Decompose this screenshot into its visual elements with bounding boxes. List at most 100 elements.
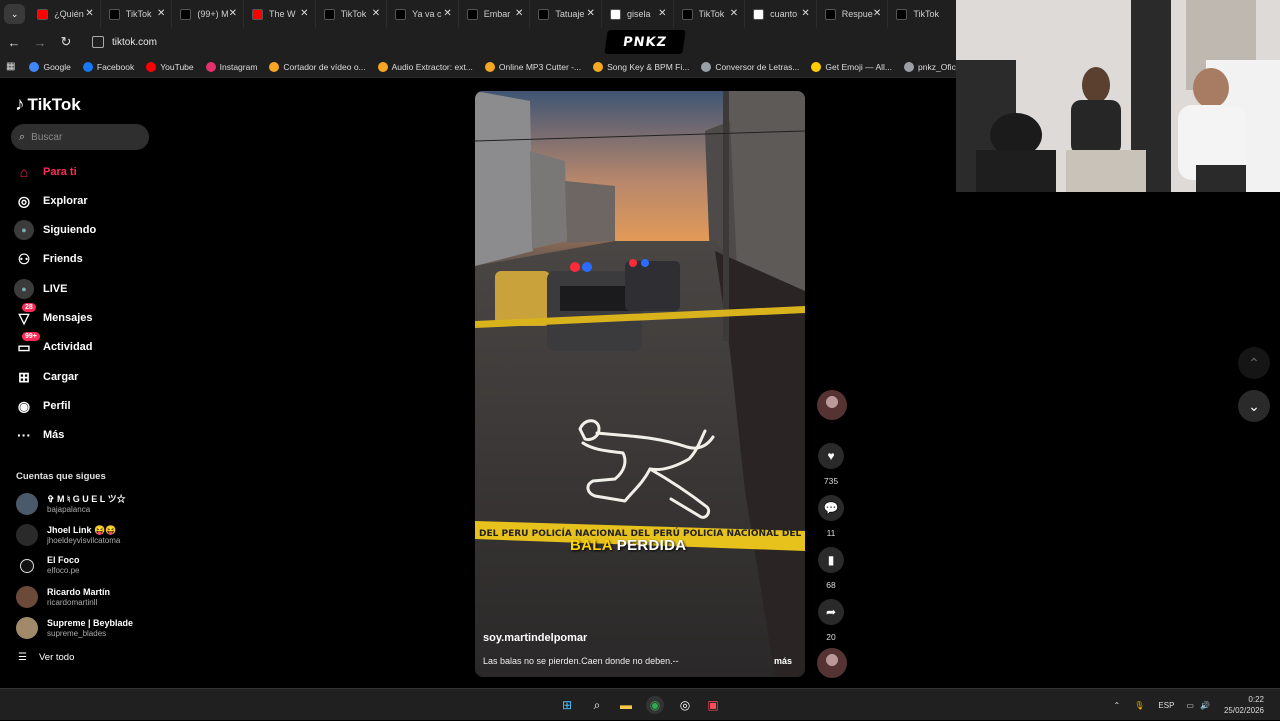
sidebar-item-cargar[interactable]: ⊞ Cargar: [14, 367, 78, 387]
close-tab-icon[interactable]: ✕: [443, 8, 451, 19]
chrome-taskbar-button[interactable]: ◉: [646, 696, 664, 714]
bookmark-favicon-icon: [269, 61, 280, 72]
reload-button[interactable]: ↻: [54, 30, 78, 54]
language-indicator[interactable]: ESP: [1158, 701, 1174, 710]
clock[interactable]: 0:22 25/02/2026: [1224, 694, 1264, 716]
sidebar-item-explorar[interactable]: ◎ Explorar: [14, 191, 88, 211]
close-tab-icon[interactable]: ✕: [730, 8, 738, 19]
browser-tab[interactable]: TikTok ✕: [101, 0, 173, 28]
save-button[interactable]: ▮: [818, 547, 844, 573]
back-button[interactable]: ←: [2, 30, 26, 54]
bookmark-item[interactable]: Facebook: [82, 61, 135, 72]
close-tab-icon[interactable]: ✕: [515, 8, 523, 19]
bookmark-icon: ▮: [827, 553, 835, 567]
browser-tab[interactable]: TikTok: [888, 0, 960, 28]
next-video-button[interactable]: ⌄: [1238, 390, 1270, 422]
browser-tab[interactable]: (99+) M ✕: [172, 0, 244, 28]
close-tab-icon[interactable]: ✕: [229, 8, 237, 19]
google-icon: [753, 8, 765, 20]
browser-tab[interactable]: Embar ✕: [459, 0, 531, 28]
bookmark-item[interactable]: Song Key & BPM Fi...: [593, 61, 689, 72]
bookmark-favicon-icon: [904, 61, 915, 72]
bookmark-item[interactable]: YouTube: [146, 61, 194, 72]
video-author[interactable]: soy.martindelpomar: [483, 632, 587, 644]
chevron-up-icon[interactable]: ⌃: [1114, 701, 1121, 710]
like-button[interactable]: ♥: [818, 443, 844, 469]
bookmark-label: Facebook: [96, 61, 135, 72]
bookmark-item[interactable]: Google: [29, 61, 71, 72]
sidebar-item-friends[interactable]: ⚇ Friends: [14, 249, 83, 269]
music-disc-avatar[interactable]: [817, 648, 847, 678]
app-taskbar-button[interactable]: ▣: [704, 696, 722, 714]
close-tab-icon[interactable]: ✕: [85, 8, 93, 19]
heart-icon: ♥: [827, 449, 835, 463]
address-bar-row: ← → ↻ tiktok.com: [0, 28, 960, 56]
close-tab-icon[interactable]: ✕: [300, 8, 308, 19]
browser-tab[interactable]: cuanto ✕: [745, 0, 817, 28]
apps-grid-icon: ▦: [6, 61, 16, 72]
tab-title: TikTok: [913, 9, 939, 19]
clock-date: 25/02/2026: [1223, 706, 1264, 715]
url-bar[interactable]: tiktok.com: [84, 31, 654, 53]
bookmark-item[interactable]: Cortador de vídeo o...: [269, 61, 366, 72]
close-tab-icon[interactable]: ✕: [801, 8, 809, 19]
close-tab-icon[interactable]: ✕: [658, 8, 666, 19]
browser-tab[interactable]: The W ✕: [244, 0, 316, 28]
browser-tab[interactable]: Tatuaje ✕: [530, 0, 602, 28]
bookmark-item[interactable]: pnkz_Oficial - Tri: [904, 61, 960, 72]
sidebar-item-para-ti[interactable]: ⌂ Para ti: [14, 162, 77, 182]
bookmark-item[interactable]: Get Emoji — All...: [811, 61, 892, 72]
forward-button[interactable]: →: [28, 30, 52, 54]
sidebar-item-mensajes[interactable]: ▽ 28 Mensajes: [14, 303, 93, 328]
network-icon[interactable]: ▭: [1186, 701, 1194, 710]
see-all-link[interactable]: ☰ Ver todo: [18, 652, 74, 663]
close-tab-icon[interactable]: ✕: [372, 8, 380, 19]
sidebar-item-ms[interactable]: ··· Más: [14, 425, 64, 445]
tiktok-logo-text: TikTok: [27, 95, 81, 114]
browser-tab[interactable]: gisela ✕: [602, 0, 674, 28]
file-explorer-button[interactable]: ▬: [617, 696, 635, 714]
video-player[interactable]: DEL PERU POLICÍA NACIONAL DEL PERÚ POLIC…: [475, 91, 805, 677]
more-link[interactable]: más: [774, 656, 792, 666]
creator-avatar[interactable]: [817, 390, 847, 420]
browser-tab[interactable]: ¿Quién ✕: [29, 0, 101, 28]
sidebar-item-actividad[interactable]: ▭ 99+ Actividad: [14, 332, 93, 357]
search-input[interactable]: ⌕ Buscar: [11, 124, 149, 150]
sidebar-item-label: Actividad: [43, 341, 93, 353]
obs-taskbar-button[interactable]: ◎: [676, 696, 694, 714]
browser-tab[interactable]: Respue ✕: [817, 0, 889, 28]
search-taskbar-button[interactable]: ⌕: [588, 696, 606, 714]
start-button[interactable]: ⊞: [558, 696, 576, 714]
site-info-icon[interactable]: [92, 36, 104, 48]
close-tab-icon[interactable]: ✕: [157, 8, 165, 19]
following-account[interactable]: Ricardo Martín ricardomartinll: [16, 586, 110, 608]
sidebar-item-perfil[interactable]: ◉ Perfil: [14, 396, 71, 416]
share-button[interactable]: ➦: [818, 599, 844, 625]
following-account[interactable]: El Foco elfoco.pe: [16, 555, 80, 576]
tab-search-button[interactable]: ⌄: [4, 4, 26, 24]
following-account[interactable]: ✞ M ♮ G U E L ツ☆ bajapalanca: [16, 493, 126, 515]
account-handle: jhoeldeyvisvilcatoma: [47, 535, 121, 545]
close-tab-icon[interactable]: ✕: [587, 8, 595, 19]
account-name: Supreme | Beyblade: [47, 617, 134, 628]
webcam-scene: [956, 0, 1280, 192]
browser-tab[interactable]: TikTok ✕: [674, 0, 746, 28]
bookmark-item[interactable]: Instagram: [205, 61, 257, 72]
microphone-icon[interactable]: 🎙: [1134, 701, 1144, 710]
close-tab-icon[interactable]: ✕: [873, 8, 881, 19]
following-account[interactable]: Supreme | Beyblade supreme_blades: [16, 617, 133, 639]
comment-button[interactable]: 💬: [818, 495, 844, 521]
volume-icon[interactable]: 🔊: [1200, 701, 1210, 710]
bookmark-item[interactable]: Online MP3 Cutter -...: [484, 61, 581, 72]
bookmark-item[interactable]: Audio Extractor: ext...: [377, 61, 473, 72]
sidebar-item-siguiendo[interactable]: ● Siguiendo: [14, 220, 96, 240]
browser-tab[interactable]: TikTok ✕: [316, 0, 388, 28]
tiktok-logo[interactable]: ♪ TikTok: [15, 94, 81, 116]
bookmark-item[interactable]: Conversor de Letras...: [701, 61, 799, 72]
browser-tab[interactable]: Ya va c ✕: [387, 0, 459, 28]
sidebar-item-live[interactable]: ● LIVE: [14, 279, 67, 299]
following-account[interactable]: Jhoel Link 😝😝 jhoeldeyvisvilcatoma: [16, 524, 120, 546]
tab-title: gisela: [626, 9, 651, 19]
previous-video-button[interactable]: ⌃: [1238, 347, 1270, 379]
apps-button[interactable]: ▦: [6, 61, 15, 72]
